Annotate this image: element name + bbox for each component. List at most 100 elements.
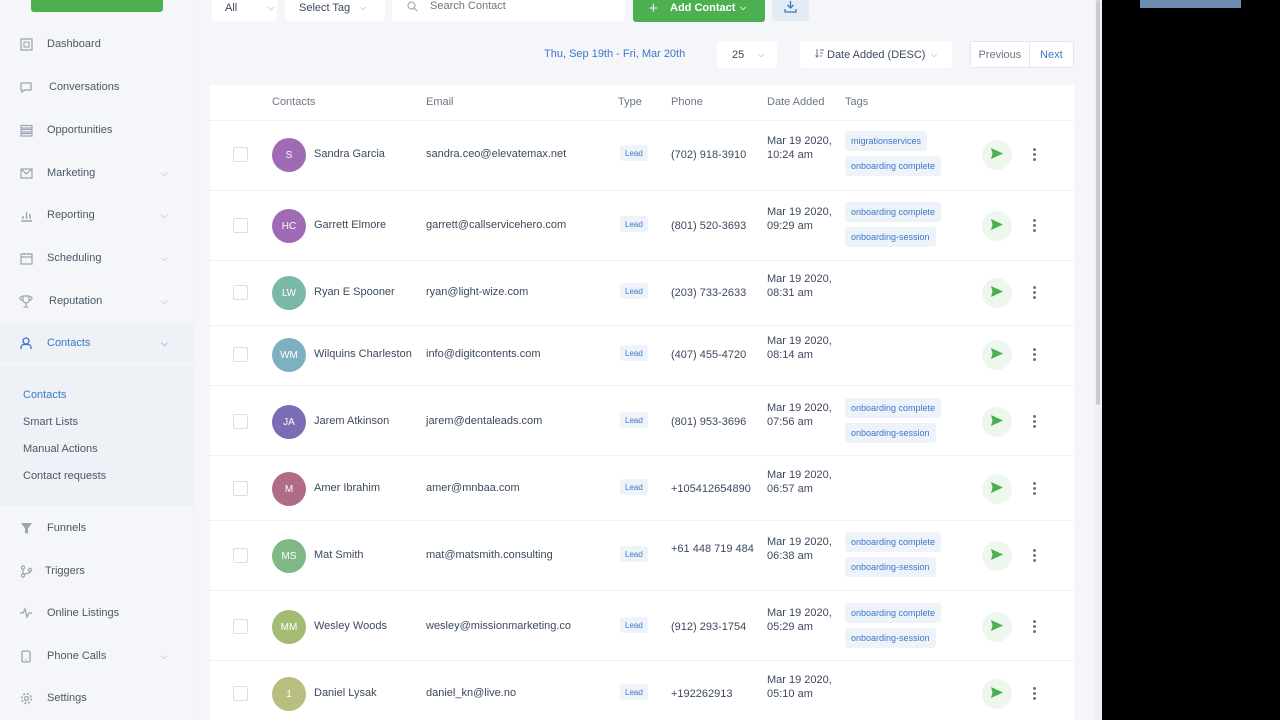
contact-name[interactable]: Wilquins Charleston [314,348,412,360]
send-message-button[interactable] [982,679,1012,709]
sidebar-item-triggers[interactable]: Triggers [0,551,195,591]
tag-badge[interactable]: onboarding-session [845,423,936,443]
column-header-email[interactable]: Email [426,96,454,108]
subnav-item-contacts[interactable]: Contacts [23,389,66,401]
tag-badge[interactable]: migrationservices [845,131,928,151]
subnav-item-smart-lists[interactable]: Smart Lists [23,416,78,428]
table-row[interactable]: S Sandra Garcia sandra.ceo@elevatemax.net L… [210,120,1074,190]
tag-badge[interactable]: onboarding-session [845,628,936,648]
search-input[interactable] [430,0,610,12]
sidebar-item-scheduling[interactable]: Scheduling ⌵ [0,238,195,278]
more-options-icon[interactable] [1030,348,1038,361]
more-options-icon[interactable] [1030,687,1038,700]
download-button[interactable] [772,0,809,21]
row-checkbox[interactable] [233,218,248,233]
table-row[interactable]: WM Wilquins Charleston info@digitcontents.… [210,325,1074,385]
row-checkbox[interactable] [233,481,248,496]
tag-badge[interactable]: onboarding complete [845,532,942,552]
sidebar-item-contacts[interactable]: Contacts ⌵ [0,323,195,363]
send-message-button[interactable] [982,278,1012,308]
row-checkbox[interactable] [233,414,248,429]
add-contact-label: Add Contact [670,2,736,14]
sidebar-item-reputation[interactable]: Reputation ⌵ [0,281,195,321]
sidebar-item-phone-calls[interactable]: Phone Calls ⌵ [0,636,195,676]
sidebar-item-marketing[interactable]: Marketing ⌵ [0,153,195,193]
table-row[interactable]: MS Mat Smith mat@matsmith.consulting Lead +6… [210,520,1074,590]
tag-badge[interactable]: onboarding-session [845,557,936,577]
chevron-down-icon: ⌵ [758,49,765,59]
more-options-icon[interactable] [1030,549,1038,562]
sidebar-item-online-listings[interactable]: Online Listings [0,593,195,633]
tag-select[interactable]: Select Tag ⌵ [285,0,385,21]
row-checkbox[interactable] [233,285,248,300]
sidebar-item-conversations[interactable]: Conversations [0,67,195,107]
contact-name[interactable]: Wesley Woods [314,620,387,632]
tag-badge[interactable]: onboarding-session [845,227,936,247]
sidebar-item-reporting[interactable]: Reporting ⌵ [0,195,195,235]
type-badge: Lead [620,479,648,495]
row-checkbox[interactable] [233,347,248,362]
send-message-button[interactable] [982,211,1012,241]
sidebar-item-dashboard[interactable]: Dashboard [0,24,195,64]
row-checkbox[interactable] [233,147,248,162]
contact-name[interactable]: Garrett Elmore [314,219,386,231]
more-options-icon[interactable] [1030,620,1038,633]
previous-button[interactable]: Previous [971,42,1030,67]
contact-name[interactable]: Daniel Lysak [314,687,377,699]
send-message-button[interactable] [982,340,1012,370]
webcam-overlay [1140,0,1241,8]
column-header-phone[interactable]: Phone [671,96,703,108]
tag-badge[interactable]: onboarding complete [845,603,942,623]
sidebar-item-settings[interactable]: Settings [0,678,195,718]
table-row[interactable]: 1 Daniel Lysak daniel_kn@live.no Lead +19226… [210,660,1074,720]
table-row[interactable]: M Amer Ibrahim amer@mnbaa.com Lead +10541265… [210,455,1074,520]
sidebar-item-label: Scheduling [47,252,102,264]
table-row[interactable]: HC Garrett Elmore garrett@callservicehero.… [210,190,1074,260]
contact-phone: +105412654890 [671,483,751,495]
table-row[interactable]: LW Ryan E Spooner ryan@light-wize.com Lead (… [210,260,1074,325]
send-message-button[interactable] [982,474,1012,504]
sidebar-item-funnels[interactable]: Funnels [0,508,195,548]
contact-name[interactable]: Sandra Garcia [314,148,385,160]
tag-badge[interactable]: onboarding complete [845,156,942,176]
sidebar-item-label: Online Listings [47,607,120,619]
scrollbar-thumb[interactable] [1096,0,1100,405]
table-row[interactable]: MM Wesley Woods wesley@missionmarketing.co… [210,590,1074,660]
more-options-icon[interactable] [1030,148,1038,161]
sidebar-top-button[interactable] [31,0,163,12]
date-range-picker[interactable]: Thu, Sep 19th - Fri, Mar 20th [544,48,685,60]
page-size-select[interactable]: 25 ⌵ [717,41,777,68]
contact-name[interactable]: Mat Smith [314,549,364,561]
row-checkbox[interactable] [233,619,248,634]
subnav-item-manual-actions[interactable]: Manual Actions [23,443,98,455]
contact-name[interactable]: Jarem Atkinson [314,415,389,427]
filter-select[interactable]: All ⌵ [212,0,277,21]
send-message-button[interactable] [982,612,1012,642]
search-box[interactable] [392,0,625,21]
more-options-icon[interactable] [1030,482,1038,495]
send-message-button[interactable] [982,541,1012,571]
next-button[interactable]: Next [1030,42,1073,67]
more-options-icon[interactable] [1030,415,1038,428]
tag-badge[interactable]: onboarding complete [845,202,942,222]
column-header-date-added[interactable]: Date Added [767,96,825,108]
more-options-icon[interactable] [1030,286,1038,299]
contact-name[interactable]: Amer Ibrahim [314,482,380,494]
sidebar-item-label: Contacts [47,337,91,349]
column-header-type[interactable]: Type [618,96,642,108]
contact-name[interactable]: Ryan E Spooner [314,286,395,298]
row-checkbox[interactable] [233,686,248,701]
sort-select[interactable]: Date Added (DESC) ⌵ [800,41,952,68]
column-header-tags[interactable]: Tags [845,96,868,108]
send-message-button[interactable] [982,140,1012,170]
subnav-item-contact-requests[interactable]: Contact requests [23,470,106,482]
send-message-button[interactable] [982,407,1012,437]
chevron-down-icon: ⌵ [161,209,168,220]
column-header-contacts[interactable]: Contacts [272,96,315,108]
more-options-icon[interactable] [1030,219,1038,232]
sidebar-item-opportunities[interactable]: Opportunities [0,110,195,150]
add-contact-button[interactable]: + Add Contact ⌵ [633,0,765,22]
row-checkbox[interactable] [233,548,248,563]
tag-badge[interactable]: onboarding complete [845,398,942,418]
table-row[interactable]: JA Jarem Atkinson jarem@dentaleads.com Lead… [210,385,1074,455]
